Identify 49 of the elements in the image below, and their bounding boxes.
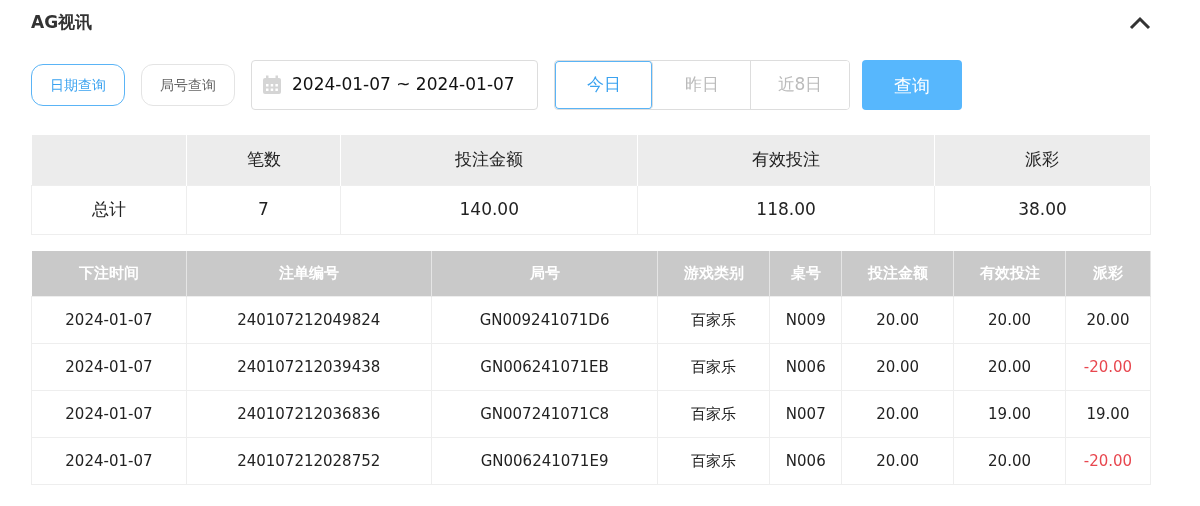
table-cell: 2024-01-07 [31, 390, 187, 438]
table-cell: 19.00 [1065, 390, 1151, 438]
date-preset-tab[interactable]: 今日 [555, 61, 653, 109]
column-header: 派彩 [934, 135, 1151, 185]
table-cell: 20.00 [841, 296, 954, 344]
table-cell: 118.00 [637, 185, 935, 234]
table-cell: 20.00 [1065, 296, 1151, 344]
row-label: 总计 [31, 185, 187, 234]
column-header: 笔数 [186, 135, 341, 185]
calendar-icon [262, 75, 282, 95]
table-cell: 7 [186, 185, 341, 234]
table-cell: 2024-01-07 [31, 343, 187, 391]
column-header: 投注金额 [340, 135, 638, 185]
table-cell: 240107212036836 [186, 390, 432, 438]
table-cell: -20.00 [1065, 343, 1151, 391]
table-cell: GN006241071E9 [431, 437, 658, 485]
query-mode-button[interactable]: 局号查询 [141, 64, 235, 106]
table-cell: GN009241071D6 [431, 296, 658, 344]
table-cell: -20.00 [1065, 437, 1151, 485]
table-cell: 20.00 [953, 343, 1066, 391]
table-cell: 20.00 [841, 437, 954, 485]
search-button[interactable]: 查询 [862, 60, 962, 110]
table-cell: 百家乐 [657, 296, 770, 344]
section-title: AG视讯 [31, 11, 93, 35]
table-cell: N006 [769, 343, 842, 391]
table-cell: 240107212028752 [186, 437, 432, 485]
table-cell: 20.00 [953, 296, 1066, 344]
table-cell: 19.00 [953, 390, 1066, 438]
table-cell: 2024-01-07 [31, 437, 187, 485]
table-cell: N007 [769, 390, 842, 438]
table-cell: 百家乐 [657, 437, 770, 485]
table-cell: N009 [769, 296, 842, 344]
table-cell: 百家乐 [657, 343, 770, 391]
table-cell: 140.00 [340, 185, 638, 234]
table-cell: 20.00 [841, 390, 954, 438]
table-cell: N006 [769, 437, 842, 485]
column-header: 有效投注 [637, 135, 935, 185]
table-cell: 2024-01-07 [31, 296, 187, 344]
table-cell: 240107212039438 [186, 343, 432, 391]
table-cell: GN006241071EB [431, 343, 658, 391]
table-cell: 百家乐 [657, 390, 770, 438]
table-cell: 20.00 [953, 437, 1066, 485]
collapse-chevron-icon[interactable] [1129, 16, 1151, 30]
table-cell: GN007241071C8 [431, 390, 658, 438]
table-cell: 38.00 [934, 185, 1151, 234]
table-cell: 20.00 [841, 343, 954, 391]
date-range-field[interactable]: 2024-01-07 ~ 2024-01-07 [251, 60, 538, 110]
table-cell: 240107212049824 [186, 296, 432, 344]
query-mode-button[interactable]: 日期查询 [31, 64, 125, 106]
